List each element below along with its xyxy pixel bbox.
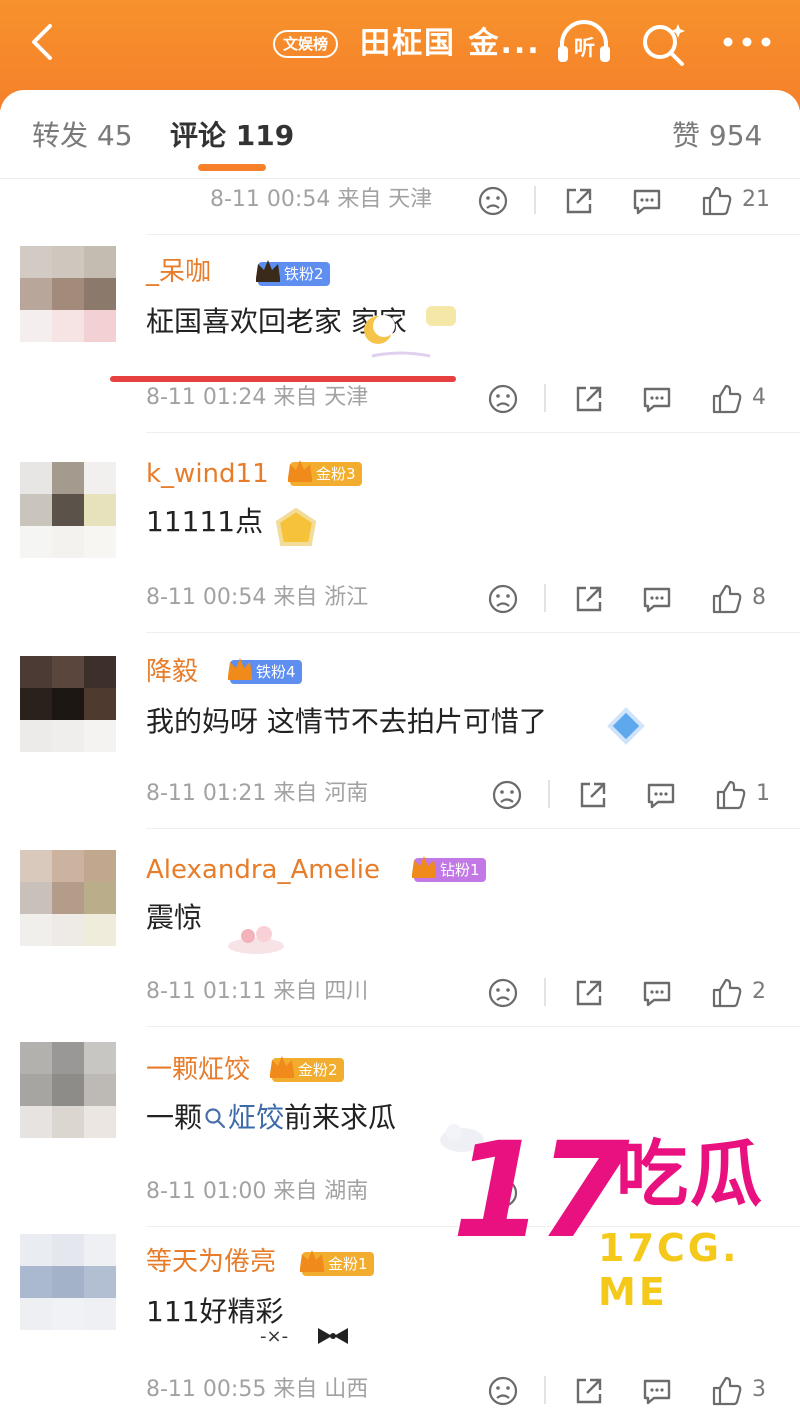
divider [146, 234, 800, 235]
fan-badge: 铁粉4 [228, 658, 302, 684]
fan-badge: 铁粉2 [256, 260, 330, 286]
comment-text: 我的妈呀 这情节不去拍片可惜了 [146, 705, 547, 738]
watermark-url: 17CG. ME [598, 1226, 740, 1314]
like-count: 8 [752, 585, 766, 610]
crown-icon [412, 856, 436, 878]
sticker-icon [228, 926, 284, 954]
like-count: 4 [752, 385, 766, 410]
dislike-face-icon[interactable] [486, 1374, 520, 1408]
sticker-icon [364, 306, 456, 358]
crown-icon [300, 1250, 324, 1272]
username[interactable]: Alexandra_Amelie [146, 852, 380, 888]
dislike-face-icon[interactable] [486, 976, 520, 1010]
divider [0, 178, 800, 179]
dislike-face-icon[interactable] [486, 382, 520, 416]
reply-icon[interactable] [640, 582, 674, 616]
share-icon[interactable] [562, 184, 596, 218]
comment-time-location: 8-11 00:54 来自 浙江 [146, 585, 369, 610]
tab-repost[interactable]: 转发 45 [32, 116, 133, 156]
like-count: 21 [742, 187, 770, 212]
comment-time-location: 8-11 00:54 来自 天津 [210, 187, 433, 212]
like-count: 3 [752, 1377, 766, 1402]
topic-link[interactable]: 炡饺 [228, 1101, 284, 1134]
reply-icon[interactable] [644, 778, 678, 812]
comment-text: 震惊 [146, 901, 203, 934]
active-tab-indicator [198, 164, 266, 171]
hot-list-tag[interactable]: 文娱榜 [273, 30, 339, 58]
share-icon[interactable] [572, 1374, 606, 1408]
divider [146, 828, 800, 829]
watermark-chinese: 吃瓜 [616, 1132, 765, 1216]
reply-icon[interactable] [640, 976, 674, 1010]
divider [146, 1026, 800, 1027]
dislike-face-icon[interactable] [490, 778, 524, 812]
tab-likes[interactable]: 赞 954 [672, 116, 762, 156]
crown-icon [228, 658, 252, 680]
dislike-face-icon[interactable] [476, 184, 510, 218]
thumbs-up-icon[interactable] [710, 382, 744, 416]
username[interactable]: 一颗炡饺 [146, 1052, 250, 1088]
username[interactable]: 等天为倦亮 [146, 1244, 276, 1280]
crown-icon [256, 260, 280, 282]
sticker-icon [275, 507, 317, 546]
bow-sticker-icon: -×- [260, 1326, 348, 1347]
avatar[interactable] [20, 656, 116, 752]
listen-label[interactable]: 听 [574, 32, 595, 62]
comment-time-location: 8-11 01:00 来自 湖南 [146, 1179, 369, 1204]
share-icon[interactable] [576, 778, 610, 812]
comment-time-location: 8-11 01:21 来自 河南 [146, 781, 369, 806]
divider [548, 780, 550, 808]
share-icon[interactable] [572, 582, 606, 616]
sticker-icon [607, 707, 645, 745]
thumbs-up-icon[interactable] [710, 976, 744, 1010]
crown-icon [288, 460, 312, 482]
search-sparkle-icon[interactable] [638, 18, 690, 70]
username[interactable]: k_wind11 [146, 456, 269, 492]
fan-badge: 金粉1 [300, 1250, 374, 1276]
divider [544, 1376, 546, 1404]
fan-badge: 金粉2 [270, 1056, 344, 1082]
like-count: 2 [752, 979, 766, 1004]
divider [544, 584, 546, 612]
fan-badge: 钻粉1 [412, 856, 486, 882]
more-dots-icon[interactable] [718, 30, 776, 54]
thumbs-up-icon[interactable] [710, 582, 744, 616]
avatar[interactable] [20, 1234, 116, 1330]
thumbs-up-icon[interactable] [700, 184, 734, 218]
thumbs-up-icon[interactable] [714, 778, 748, 812]
reply-icon[interactable] [640, 382, 674, 416]
like-count: 1 [756, 781, 770, 806]
comment-time-location: 8-11 00:55 来自 山西 [146, 1377, 369, 1402]
svg-text:-×-: -×- [260, 1326, 288, 1347]
avatar[interactable] [20, 462, 116, 558]
share-icon[interactable] [572, 976, 606, 1010]
divider [146, 432, 800, 433]
tab-comments[interactable]: 评论 119 [170, 116, 294, 156]
search-link-icon [205, 1108, 226, 1129]
fan-badge: 金粉3 [288, 460, 362, 486]
username[interactable]: _呆咖 [146, 254, 211, 290]
avatar[interactable] [20, 246, 116, 342]
username[interactable]: 降毅 [146, 654, 198, 690]
comment-text: 11111点 [146, 505, 264, 538]
divider [544, 978, 546, 1006]
reply-icon[interactable] [630, 184, 664, 218]
divider [534, 186, 536, 214]
reply-icon[interactable] [640, 1374, 674, 1408]
thumbs-up-icon[interactable] [710, 1374, 744, 1408]
dislike-face-icon[interactable] [486, 582, 520, 616]
comment-time-location: 8-11 01:11 来自 四川 [146, 979, 369, 1004]
divider [544, 384, 546, 412]
comment-text: 一颗 炡饺前来求瓜 [146, 1101, 397, 1134]
page-title: 田柾国 金... [360, 26, 541, 61]
avatar[interactable] [20, 1042, 116, 1138]
tab-bar: 转发 45 评论 119 赞 954 [0, 90, 800, 180]
divider [146, 632, 800, 633]
crown-icon [270, 1056, 294, 1078]
comment-time-location: 8-11 01:24 来自 天津 [146, 385, 369, 410]
avatar[interactable] [20, 850, 116, 946]
share-icon[interactable] [572, 382, 606, 416]
back-chevron-icon[interactable] [24, 22, 64, 62]
